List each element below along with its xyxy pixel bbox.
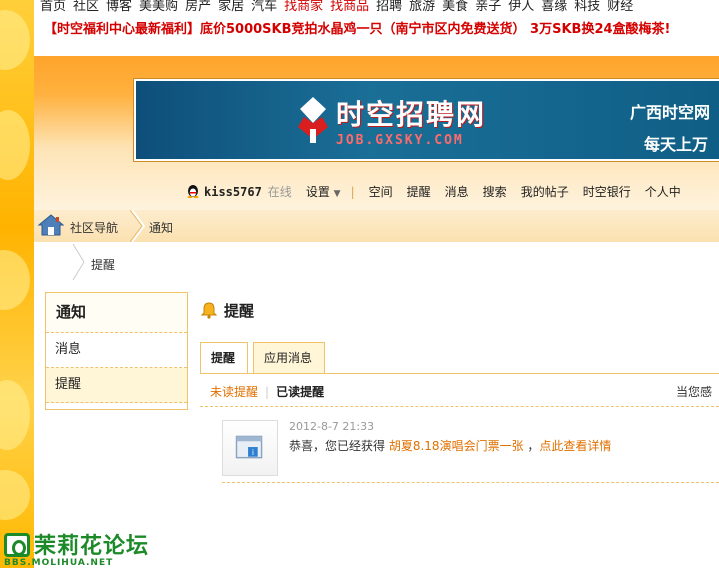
breadcrumb-notifications[interactable]: 通知 (149, 219, 173, 236)
topnav-item-women[interactable]: 伊人 (508, 0, 534, 14)
topnav-item-find-product[interactable]: 找商品 (330, 0, 369, 14)
topnav-item-blog[interactable]: 博客 (106, 0, 132, 14)
topnav-item-travel[interactable]: 旅游 (409, 0, 435, 14)
nav-space[interactable]: 空间 (369, 185, 393, 199)
breadcrumb-community-nav[interactable]: 社区导航 (70, 219, 118, 236)
sidebar-item-messages[interactable]: 消息 (46, 333, 187, 368)
nav-bank[interactable]: 时空银行 (583, 185, 631, 199)
notice-text: 恭喜，您已经获得 胡夏8.18演唱会门票一张 ，点此查看详情 (289, 437, 611, 454)
divider (222, 482, 719, 483)
home-icon[interactable] (38, 213, 64, 237)
chevron-down-icon: ▼ (333, 189, 341, 199)
notice-separator: ， (527, 439, 540, 453)
nav-messages[interactable]: 消息 (445, 185, 469, 199)
sub-breadcrumb: 提醒 (72, 244, 272, 280)
username-link[interactable]: kiss5767 (204, 185, 262, 199)
top-navigation: 首页 社区 博客 美美购 房产 家居 汽车 找商家 找商品 招聘 旅游 美食 亲子 伊人 喜缘 科技 财经 (34, 0, 719, 16)
topnav-item-find-merchant[interactable]: 找商家 (284, 0, 323, 14)
topnav-item-shopping[interactable]: 美美购 (139, 0, 178, 14)
left-decorative-strip (0, 0, 34, 568)
job-banner-ad[interactable]: 时空招聘网 JOB.GXSKY.COM 广西时空网 每天上万 (133, 78, 719, 162)
sidebar-header: 通知 (46, 293, 187, 333)
nav-search[interactable]: 搜索 (483, 185, 507, 199)
divider: | (350, 185, 355, 199)
qq-penguin-icon (187, 185, 199, 198)
notice-prefix: 恭喜，您已经获得 (289, 439, 386, 453)
breadcrumb: 社区导航 通知 (34, 210, 719, 242)
filter-unread[interactable]: 未读提醒 (210, 385, 258, 399)
nav-reminders[interactable]: 提醒 (407, 185, 431, 199)
announcement-link[interactable]: 【时空福利中心最新福利】底价5000SKB竞拍水晶鸡一只（南宁市区内免费送货） … (34, 16, 719, 44)
banner-right-line2: 每天上万 (644, 135, 709, 154)
watermark-url: BBS.MOLIHUA.NET (4, 558, 114, 568)
forum-watermark: 茉莉花论坛 BBS.MOLIHUA.NET (0, 527, 180, 568)
topnav-item-auto[interactable]: 汽车 (251, 0, 277, 14)
page-title: 提醒 (200, 300, 254, 321)
notification-sidebar: 通知 消息 提醒 (45, 292, 188, 410)
page-title-text: 提醒 (224, 302, 255, 320)
topnav-item-realestate[interactable]: 房产 (185, 0, 211, 14)
topnav-item-food[interactable]: 美食 (442, 0, 468, 14)
topnav-item-tech[interactable]: 科技 (574, 0, 600, 14)
divider (200, 406, 719, 407)
tab-app-messages[interactable]: 应用消息 (253, 342, 325, 374)
topnav-item-jobs[interactable]: 招聘 (376, 0, 402, 14)
sub-breadcrumb-separator-icon (72, 244, 85, 280)
topnav-item-finance[interactable]: 财经 (607, 0, 633, 14)
svg-text:i: i (252, 448, 254, 457)
breadcrumb-separator-icon (130, 210, 146, 242)
bell-icon (200, 302, 218, 319)
online-status: 在线 (267, 185, 292, 199)
filter-read[interactable]: 已读提醒 (276, 385, 324, 399)
notice-app-icon: i (222, 420, 278, 476)
settings-label: 设置 (305, 185, 330, 199)
notice-detail-link[interactable]: 点此查看详情 (539, 439, 611, 453)
user-bar: kiss5767 在线 设置 ▼ | 空间 提醒 消息 搜索 我的帖子 时空银行 个人中 (186, 184, 681, 201)
nav-personal-center[interactable]: 个人中 (645, 185, 681, 199)
watermark-title: 茉莉花论坛 (34, 534, 150, 559)
nav-my-posts[interactable]: 我的帖子 (521, 185, 569, 199)
settings-menu[interactable]: 设置 ▼ (306, 185, 341, 199)
banner-brand: 时空招聘网 (336, 98, 487, 131)
topnav-item-community[interactable]: 社区 (73, 0, 99, 14)
tab-underline (200, 373, 719, 374)
page: 首页 社区 博客 美美购 房产 家居 汽车 找商家 找商品 招聘 旅游 美食 亲子 伊人 喜缘 科技 财经 【时… (34, 0, 719, 568)
app-window-icon: i (235, 435, 263, 459)
sub-breadcrumb-reminders: 提醒 (91, 258, 116, 272)
topnav-item-family[interactable]: 亲子 (475, 0, 501, 14)
banner-right-line1: 广西时空网 (630, 103, 711, 122)
watermark-logo-icon (4, 533, 30, 557)
tab-reminders[interactable]: 提醒 (200, 342, 248, 374)
flower-logo-icon (298, 97, 328, 143)
sidebar-item-reminders[interactable]: 提醒 (46, 368, 187, 403)
notice-prize-link[interactable]: 胡夏8.18演唱会门票一张 (389, 439, 524, 453)
notice-timestamp: 2012-8-7 21:33 (289, 420, 375, 433)
banner-domain: JOB.GXSKY.COM (336, 133, 464, 148)
topnav-item-wedding[interactable]: 喜缘 (541, 0, 567, 14)
filter-divider: | (265, 385, 270, 399)
topnav-item-home[interactable]: 首页 (40, 0, 66, 14)
filter-right-text: 当您感 (676, 385, 713, 399)
reminder-filter: 未读提醒 | 已读提醒 当您感 (210, 383, 712, 400)
topnav-item-home-decor[interactable]: 家居 (218, 0, 244, 14)
